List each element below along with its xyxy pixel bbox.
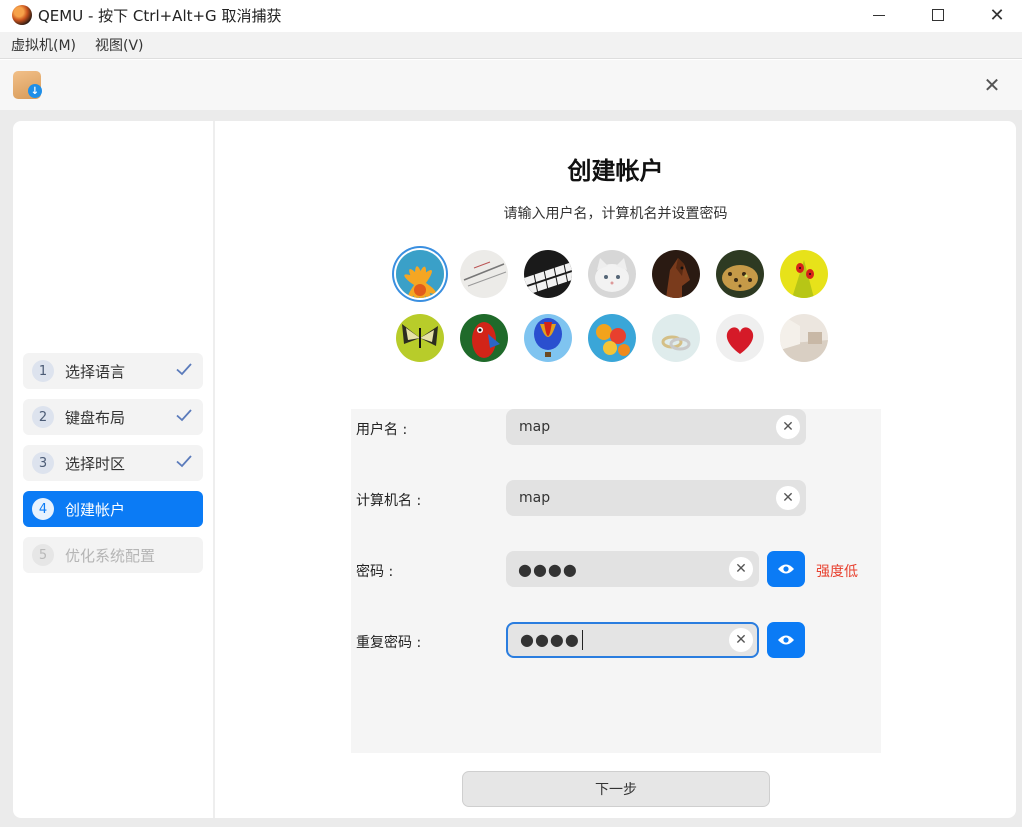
window-title: QEMU - 按下 Ctrl+Alt+G 取消捕获 — [38, 7, 282, 25]
qemu-app-icon — [12, 5, 32, 25]
avatar-heart[interactable] — [716, 314, 764, 362]
minimize-icon — [873, 14, 885, 16]
close-icon: ✕ — [989, 4, 1005, 26]
step-number: 3 — [32, 452, 54, 474]
checkmark-icon — [176, 455, 192, 468]
clear-username-button[interactable]: ✕ — [776, 415, 800, 439]
close-icon: ✕ — [983, 73, 1001, 97]
sidebar-divider — [213, 121, 215, 818]
close-icon: ✕ — [782, 490, 794, 506]
show-password-button[interactable] — [767, 551, 805, 587]
clear-password-button[interactable]: ✕ — [729, 557, 753, 581]
guest-display: ↓ ✕ 1 选择语言 2 键盘布局 3 选择时区 4 创建帐户 5 优化系统配置… — [0, 60, 1022, 827]
close-icon: ✕ — [782, 419, 794, 435]
text-cursor — [581, 630, 583, 651]
avatar-kitten[interactable] — [588, 250, 636, 298]
close-icon: ✕ — [735, 561, 747, 577]
avatar-leopard[interactable] — [716, 250, 764, 298]
eye-icon — [778, 635, 794, 645]
window-titlebar: QEMU - 按下 Ctrl+Alt+G 取消捕获 ✕ — [0, 0, 1022, 30]
avatar-butterfly[interactable] — [396, 314, 444, 362]
account-form: 用户名 : map ✕ 计算机名 : map ✕ 密码 : ●●●● ✕ 强度低… — [351, 409, 881, 753]
step-number: 1 — [32, 360, 54, 382]
page-title: 创建帐户 — [567, 157, 664, 185]
hostname-label: 计算机名 : — [356, 493, 422, 509]
password-label: 密码 : — [356, 564, 394, 580]
menu-view[interactable]: 视图(V) — [87, 35, 152, 55]
avatar-ladybug[interactable] — [780, 250, 828, 298]
show-repeat-password-button[interactable] — [767, 622, 805, 658]
avatar-horse[interactable] — [652, 250, 700, 298]
step-number: 4 — [32, 498, 54, 520]
step-item-keyboard[interactable]: 2 键盘布局 — [23, 399, 203, 435]
step-item-language[interactable]: 1 选择语言 — [23, 353, 203, 389]
installer-close-button[interactable]: ✕ — [980, 73, 1004, 97]
clear-hostname-button[interactable]: ✕ — [776, 486, 800, 510]
checkmark-icon — [176, 409, 192, 422]
step-label: 创建帐户 — [65, 500, 126, 519]
repeat-password-value: ●●●● — [520, 630, 583, 651]
username-value: map — [519, 419, 551, 435]
avatar-flower[interactable] — [396, 250, 444, 298]
step-item-optimize: 5 优化系统配置 — [23, 537, 203, 573]
hostname-field[interactable]: map ✕ — [506, 480, 806, 516]
username-label: 用户名 : — [356, 422, 408, 438]
step-label: 选择时区 — [65, 454, 126, 473]
username-field[interactable]: map ✕ — [506, 409, 806, 445]
step-list: 1 选择语言 2 键盘布局 3 选择时区 4 创建帐户 5 优化系统配置 — [23, 353, 203, 583]
download-badge-icon: ↓ — [28, 84, 42, 98]
repeat-password-field[interactable]: ●●●● ✕ — [506, 622, 759, 658]
avatar-parrot[interactable] — [460, 314, 508, 362]
step-item-create-account[interactable]: 4 创建帐户 — [23, 491, 203, 527]
step-label: 选择语言 — [65, 362, 126, 381]
avatar-room[interactable] — [780, 314, 828, 362]
avatar-piano[interactable] — [524, 250, 572, 298]
repeat-password-label: 重复密码 : — [356, 635, 422, 651]
step-label: 键盘布局 — [65, 408, 126, 427]
step-item-timezone[interactable]: 3 选择时区 — [23, 445, 203, 481]
next-button[interactable]: 下一步 — [462, 771, 770, 807]
maximize-icon — [932, 9, 944, 21]
minimize-button[interactable] — [856, 0, 902, 30]
step-number: 2 — [32, 406, 54, 428]
password-field[interactable]: ●●●● ✕ — [506, 551, 759, 587]
close-icon: ✕ — [735, 632, 747, 648]
installer-panel: 1 选择语言 2 键盘布局 3 选择时区 4 创建帐户 5 优化系统配置 创建帐… — [13, 121, 1016, 818]
password-value: ●●●● — [518, 559, 578, 579]
close-window-button[interactable]: ✕ — [974, 0, 1020, 30]
avatar-balloons[interactable] — [588, 314, 636, 362]
avatar-rings[interactable] — [652, 314, 700, 362]
page-subtitle: 请输入用户名，计算机名并设置密码 — [503, 206, 728, 222]
avatar-notebook[interactable] — [460, 250, 508, 298]
password-strength: 强度低 — [816, 564, 858, 580]
avatar-hot-air-balloon[interactable] — [524, 314, 572, 362]
hostname-value: map — [519, 490, 551, 506]
maximize-button[interactable] — [915, 0, 961, 30]
checkmark-icon — [176, 363, 192, 376]
installer-header: ↓ ✕ — [0, 60, 1022, 110]
menu-bar: 虚拟机(M) 视图(V) — [0, 32, 1022, 59]
menu-vm[interactable]: 虚拟机(M) — [3, 35, 84, 55]
step-number: 5 — [32, 544, 54, 566]
eye-icon — [778, 564, 794, 574]
step-label: 优化系统配置 — [65, 546, 156, 565]
clear-repeat-password-button[interactable]: ✕ — [729, 628, 753, 652]
